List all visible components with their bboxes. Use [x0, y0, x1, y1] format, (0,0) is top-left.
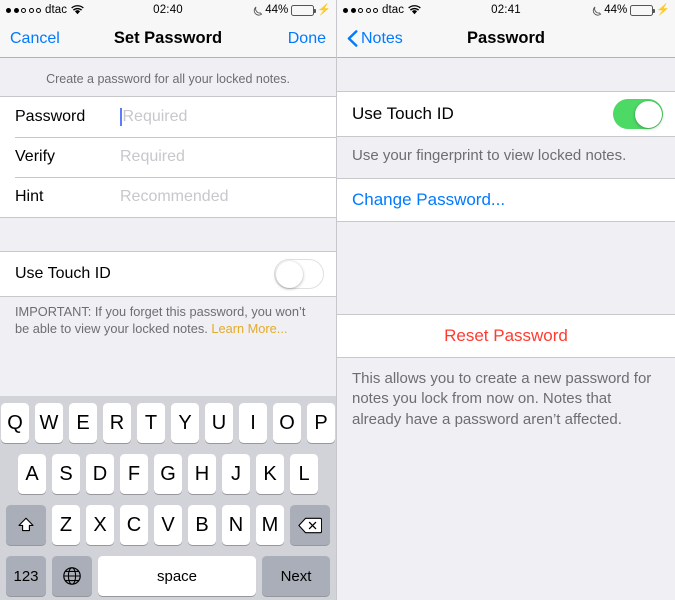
- backspace-icon[interactable]: [290, 505, 330, 545]
- back-to-notes-button[interactable]: Notes: [347, 30, 403, 48]
- shift-arrow-icon[interactable]: [6, 505, 46, 545]
- use-touch-id-row-left[interactable]: Use Touch ID: [0, 252, 336, 296]
- toggle-knob: [276, 261, 303, 288]
- dual-screenshot-container: dtac 02:40 44% ⚡ Cancel Set Password Don…: [0, 0, 675, 600]
- key-a[interactable]: A: [18, 454, 46, 494]
- use-touch-id-toggle-left[interactable]: [274, 259, 324, 289]
- navigation-bar-left: Cancel Set Password Done: [0, 20, 336, 58]
- key-h[interactable]: H: [188, 454, 216, 494]
- verify-field-label: Verify: [15, 148, 56, 165]
- battery-icon: [291, 4, 317, 16]
- password-field-row[interactable]: Password Required: [0, 97, 336, 137]
- section-header-text: Create a password for all your locked no…: [46, 72, 290, 86]
- status-bar-left: dtac 02:40 44% ⚡: [0, 0, 336, 20]
- reset-password-row[interactable]: Reset Password: [337, 314, 675, 357]
- use-touch-id-label-left: Use Touch ID: [15, 265, 111, 282]
- key-m[interactable]: M: [256, 505, 284, 545]
- done-button[interactable]: Done: [288, 30, 326, 48]
- key-e[interactable]: E: [69, 403, 97, 443]
- use-touch-id-toggle-right[interactable]: [613, 99, 663, 129]
- change-password-row[interactable]: Change Password...: [337, 178, 675, 221]
- left-spacer: [0, 218, 336, 251]
- key-d[interactable]: D: [86, 454, 114, 494]
- key-l[interactable]: L: [290, 454, 318, 494]
- key-s[interactable]: S: [52, 454, 80, 494]
- key-t[interactable]: T: [137, 403, 165, 443]
- navigation-bar-right: Notes Password: [337, 20, 675, 58]
- key-x[interactable]: X: [86, 505, 114, 545]
- touch-id-footer-text: Use your fingerprint to view locked note…: [352, 147, 627, 164]
- key-w[interactable]: W: [35, 403, 63, 443]
- key-p[interactable]: P: [307, 403, 335, 443]
- keyboard-row-3: Z X C V B N M: [3, 505, 333, 545]
- key-b[interactable]: B: [188, 505, 216, 545]
- key-j[interactable]: J: [222, 454, 250, 494]
- next-key[interactable]: Next: [262, 556, 330, 596]
- verify-input-placeholder[interactable]: Required: [120, 148, 185, 166]
- keyboard-row-4: 123 space Next: [3, 556, 333, 596]
- password-fields-group: Password Required Verify Required Hint R…: [0, 96, 336, 218]
- space-key[interactable]: space: [98, 556, 256, 596]
- status-bar-clock: 02:41: [491, 4, 521, 16]
- key-r[interactable]: R: [103, 403, 131, 443]
- key-g[interactable]: G: [154, 454, 182, 494]
- onscreen-keyboard[interactable]: Q W E R T Y U I O P A S D F G H J K L Z …: [0, 396, 336, 600]
- reset-password-label: Reset Password: [444, 325, 568, 345]
- battery-icon: [630, 4, 656, 16]
- key-n[interactable]: N: [222, 505, 250, 545]
- cancel-button[interactable]: Cancel: [10, 30, 60, 48]
- key-f[interactable]: F: [120, 454, 148, 494]
- change-password-group: Change Password...: [337, 177, 675, 222]
- reset-password-footer-text: This allows you to create a new password…: [352, 369, 652, 429]
- left-screen-set-password: dtac 02:40 44% ⚡ Cancel Set Password Don…: [0, 0, 337, 600]
- status-bar-clock: 02:40: [153, 4, 183, 16]
- key-q[interactable]: Q: [1, 403, 29, 443]
- hint-field-label: Hint: [15, 188, 44, 205]
- key-i[interactable]: I: [239, 403, 267, 443]
- key-c[interactable]: C: [120, 505, 148, 545]
- globe-icon[interactable]: [52, 556, 92, 596]
- key-o[interactable]: O: [273, 403, 301, 443]
- key-v[interactable]: V: [154, 505, 182, 545]
- back-button-label: Notes: [361, 29, 403, 47]
- password-input[interactable]: Required: [120, 108, 187, 126]
- numbers-key[interactable]: 123: [6, 556, 46, 596]
- text-cursor: [120, 108, 122, 126]
- password-field-label: Password: [15, 108, 86, 125]
- important-footer-text: IMPORTANT: If you forget this password, …: [0, 297, 336, 338]
- hint-input-placeholder[interactable]: Recommended: [120, 188, 229, 206]
- password-input-placeholder: Required: [122, 108, 188, 125]
- use-touch-id-row-right[interactable]: Use Touch ID: [337, 92, 675, 136]
- verify-field-row[interactable]: Verify Required: [0, 137, 336, 177]
- status-bar-right: dtac 02:41 44% ⚡: [337, 0, 675, 20]
- right-top-spacer: [337, 58, 675, 91]
- right-screen-password-settings: dtac 02:41 44% ⚡ Notes Password Use Touc…: [337, 0, 675, 600]
- chevron-left-icon: [347, 30, 358, 47]
- toggle-knob: [634, 100, 662, 128]
- key-z[interactable]: Z: [52, 505, 80, 545]
- touch-id-group-right: Use Touch ID: [337, 91, 675, 137]
- right-mid-spacer: [337, 222, 675, 314]
- hint-field-row[interactable]: Hint Recommended: [0, 177, 336, 217]
- key-u[interactable]: U: [205, 403, 233, 443]
- learn-more-link[interactable]: Learn More...: [211, 321, 287, 336]
- change-password-label: Change Password...: [352, 189, 506, 209]
- use-touch-id-label-right: Use Touch ID: [352, 104, 454, 123]
- reset-password-group: Reset Password: [337, 313, 675, 358]
- keyboard-row-1: Q W E R T Y U I O P: [1, 403, 335, 443]
- key-y[interactable]: Y: [171, 403, 199, 443]
- touch-id-group-left: Use Touch ID: [0, 251, 336, 297]
- key-k[interactable]: K: [256, 454, 284, 494]
- keyboard-row-2: A S D F G H J K L: [3, 454, 333, 494]
